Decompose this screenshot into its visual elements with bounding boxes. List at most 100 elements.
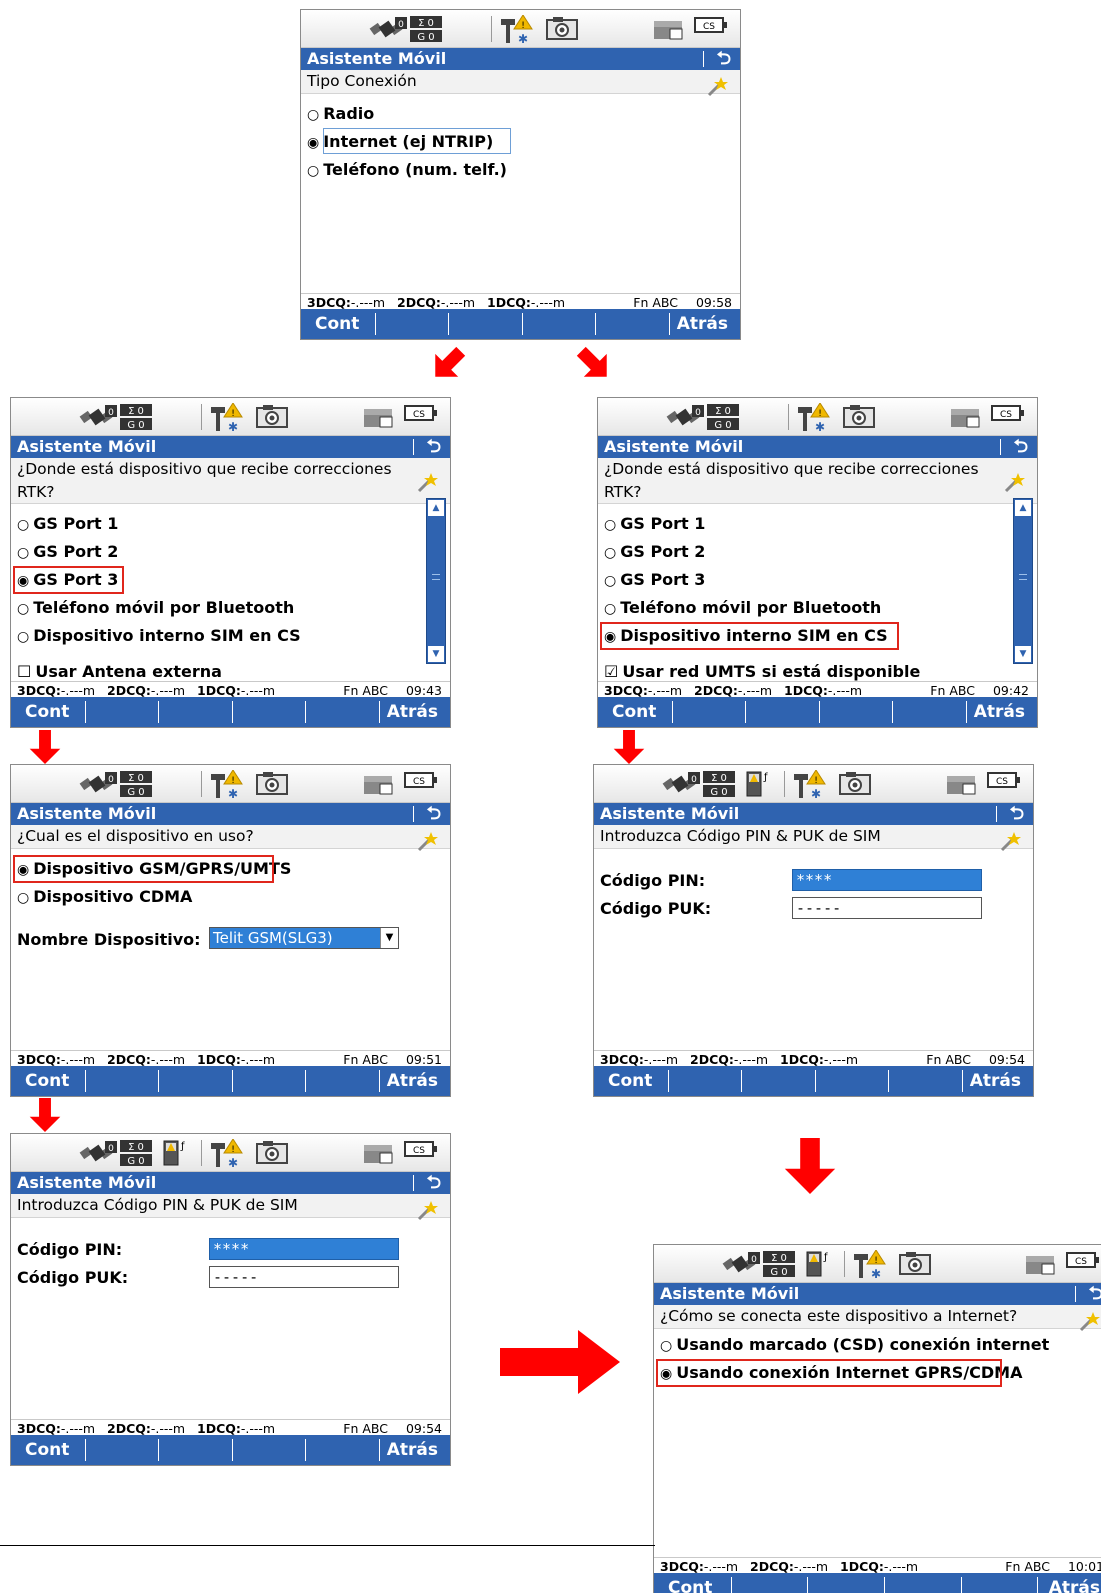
softkey-divider bbox=[379, 1439, 380, 1461]
atras-button[interactable]: Atrás bbox=[387, 1435, 438, 1465]
dcq1-value: -.---m bbox=[240, 1052, 276, 1067]
memory-card-icon bbox=[652, 15, 686, 43]
softkey-divider bbox=[741, 1070, 742, 1092]
radio-unselected-icon[interactable]: ○ bbox=[17, 601, 29, 617]
radio-unselected-icon[interactable]: ○ bbox=[17, 890, 29, 906]
radio-unselected-icon[interactable]: ○ bbox=[604, 517, 616, 533]
cont-button[interactable]: Cont bbox=[25, 1066, 69, 1096]
back-icon[interactable]: ⮌ bbox=[717, 48, 731, 70]
back-icon[interactable]: ⮌ bbox=[1089, 1283, 1101, 1305]
radio-option[interactable]: ○ Teléfono móvil por Bluetooth bbox=[17, 596, 294, 621]
scroll-down-icon[interactable]: ▼ bbox=[428, 646, 444, 662]
softkey-bar: Cont Atrás bbox=[11, 1435, 450, 1465]
scroll-up-icon[interactable]: ▲ bbox=[428, 500, 444, 516]
radio-option[interactable]: ○ GS Port 2 bbox=[604, 540, 705, 565]
back-icon[interactable]: ⮌ bbox=[427, 436, 441, 458]
softkey-divider bbox=[595, 313, 596, 335]
dcq1-label: 1DCQ: bbox=[197, 683, 241, 698]
radio-option-label: GS Port 2 bbox=[620, 542, 706, 561]
svg-text:0: 0 bbox=[398, 20, 404, 30]
scroll-up-icon[interactable]: ▲ bbox=[1015, 500, 1031, 516]
back-icon[interactable]: ⮌ bbox=[427, 803, 441, 825]
cont-button[interactable]: Cont bbox=[668, 1573, 712, 1593]
softkey-divider bbox=[1037, 1577, 1038, 1593]
radio-unselected-icon[interactable]: ○ bbox=[307, 107, 319, 123]
question-prompt: Introduzca Código PIN & PUK de SIM bbox=[11, 1194, 450, 1221]
atras-button[interactable]: Atrás bbox=[974, 697, 1025, 727]
radio-unselected-icon[interactable]: ○ bbox=[604, 545, 616, 561]
radio-option[interactable]: ○ GS Port 1 bbox=[17, 512, 118, 537]
svg-text:Σ 0: Σ 0 bbox=[418, 18, 434, 29]
radio-unselected-icon[interactable]: ○ bbox=[17, 545, 29, 561]
radio-option-label: Dispositivo CDMA bbox=[33, 887, 193, 906]
question-text: Introduzca Código PIN & PUK de SIM bbox=[600, 827, 881, 845]
question-text: ¿Donde está dispositivo que recibe corre… bbox=[604, 460, 979, 501]
checkbox-unchecked-icon[interactable]: ☐ bbox=[17, 662, 31, 681]
softkey-divider bbox=[158, 1070, 159, 1092]
dcq3-value: -.---m bbox=[647, 683, 694, 698]
radio-option[interactable]: ○ Usando marcado (CSD) conexión internet bbox=[660, 1333, 1049, 1358]
screen-s5: 0Σ 0G 0 ƒ! ✱ CS Asistente Móvil ⮌ Introduzca C… bbox=[593, 764, 1034, 1097]
antenna-bluetooth-icon: ! ✱ bbox=[209, 770, 243, 800]
satellite-count-icon: Σ 0G 0 bbox=[762, 1250, 796, 1278]
radio-selected-icon[interactable]: ◉ bbox=[307, 135, 319, 151]
atras-button[interactable]: Atrás bbox=[970, 1066, 1021, 1096]
back-icon[interactable]: ⮌ bbox=[1010, 803, 1024, 825]
dcq2-value: -.---m bbox=[733, 1052, 780, 1067]
radio-option[interactable]: ○ GS Port 1 bbox=[604, 512, 705, 537]
pin-field[interactable]: **** bbox=[209, 1238, 399, 1260]
question-prompt: ¿Cómo se conecta este dispositivo a Inte… bbox=[654, 1305, 1101, 1332]
softkey-bar: Cont Atrás bbox=[301, 309, 740, 339]
scroll-down-icon[interactable]: ▼ bbox=[1015, 646, 1031, 662]
chevron-down-icon[interactable]: ▼ bbox=[380, 928, 398, 948]
cont-button[interactable]: Cont bbox=[612, 697, 656, 727]
checkbox-checked-icon[interactable]: ☑ bbox=[604, 662, 618, 681]
radio-unselected-icon[interactable]: ○ bbox=[604, 601, 616, 617]
svg-text:0: 0 bbox=[108, 775, 114, 785]
cont-button[interactable]: Cont bbox=[608, 1066, 652, 1096]
radio-option[interactable]: ○ Radio bbox=[307, 102, 374, 127]
dcq2-value: -.---m bbox=[150, 1052, 197, 1067]
radio-unselected-icon[interactable]: ○ bbox=[307, 163, 319, 179]
cont-button[interactable]: Cont bbox=[315, 309, 359, 339]
radio-unselected-icon[interactable]: ○ bbox=[17, 629, 29, 645]
radio-option-label: Teléfono móvil por Bluetooth bbox=[33, 598, 295, 617]
radio-option[interactable]: ○ Dispositivo CDMA bbox=[17, 885, 192, 910]
satellite-count-icon: Σ 0G 0 bbox=[119, 770, 153, 798]
atras-button[interactable]: Atrás bbox=[677, 309, 728, 339]
pin-field[interactable]: **** bbox=[792, 869, 982, 891]
vertical-scrollbar[interactable]: ▲ ▼ bbox=[426, 498, 446, 664]
radio-unselected-icon[interactable]: ○ bbox=[17, 517, 29, 533]
puk-field[interactable]: ----- bbox=[209, 1266, 399, 1288]
dcq2-value: -.---m bbox=[793, 1559, 840, 1574]
svg-text:Σ 0: Σ 0 bbox=[128, 773, 144, 784]
radio-option[interactable]: ○ Teléfono (num. telf.) bbox=[307, 158, 507, 183]
atras-button[interactable]: Atrás bbox=[1049, 1573, 1100, 1593]
svg-text:G 0: G 0 bbox=[127, 787, 144, 798]
dcq1-label: 1DCQ: bbox=[784, 683, 828, 698]
radio-option[interactable]: ○ GS Port 2 bbox=[17, 540, 118, 565]
window-title: Asistente Móvil bbox=[17, 1173, 157, 1192]
radio-unselected-icon[interactable]: ○ bbox=[660, 1338, 672, 1354]
back-icon[interactable]: ⮌ bbox=[1014, 436, 1028, 458]
radio-option[interactable]: ○ Teléfono móvil por Bluetooth bbox=[604, 596, 881, 621]
battery-cs-icon: CS bbox=[404, 1139, 438, 1167]
cont-button[interactable]: Cont bbox=[25, 1435, 69, 1465]
dcq3-label: 3DCQ: bbox=[604, 683, 648, 698]
device-name-dropdown[interactable]: Telit GSM(SLG3) ▼ bbox=[209, 927, 399, 949]
battery-cs-icon: CS bbox=[1066, 1250, 1100, 1278]
checkbox-label: Usar Antena externa bbox=[35, 662, 222, 681]
vertical-scrollbar[interactable]: ▲ ▼ bbox=[1013, 498, 1033, 664]
atras-button[interactable]: Atrás bbox=[387, 1066, 438, 1096]
dcq3-label: 3DCQ: bbox=[17, 1421, 61, 1436]
softkey-divider bbox=[819, 701, 820, 723]
radio-option-label: GS Port 1 bbox=[620, 514, 706, 533]
dcq2-value: -.---m bbox=[440, 295, 487, 310]
atras-button[interactable]: Atrás bbox=[387, 697, 438, 727]
radio-unselected-icon[interactable]: ○ bbox=[604, 573, 616, 589]
cont-button[interactable]: Cont bbox=[25, 697, 69, 727]
radio-option[interactable]: ○ Dispositivo interno SIM en CS bbox=[17, 624, 301, 649]
puk-field[interactable]: ----- bbox=[792, 897, 982, 919]
radio-option[interactable]: ○ GS Port 3 bbox=[604, 568, 705, 593]
back-icon[interactable]: ⮌ bbox=[427, 1172, 441, 1194]
